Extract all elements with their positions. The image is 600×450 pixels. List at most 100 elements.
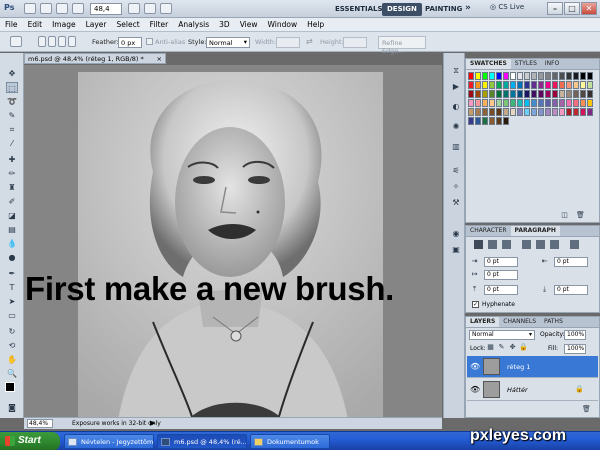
space-before-input[interactable]: 0 pt xyxy=(484,285,518,295)
swatch[interactable] xyxy=(475,90,481,98)
tab-character[interactable]: CHARACTER xyxy=(466,226,511,236)
swatch[interactable] xyxy=(503,99,509,107)
swatch[interactable] xyxy=(559,72,565,80)
align-left-icon[interactable] xyxy=(474,240,483,249)
indent-right-input[interactable]: 0 pt xyxy=(554,257,588,267)
swatch[interactable] xyxy=(510,99,516,107)
swatch[interactable] xyxy=(552,72,558,80)
actions-panel-icon[interactable]: ▶ xyxy=(450,81,462,92)
swatch[interactable] xyxy=(489,81,495,89)
swatch[interactable] xyxy=(587,72,593,80)
start-button[interactable]: Start xyxy=(0,432,60,450)
space-after-input[interactable]: 0 pt xyxy=(554,285,588,295)
swatch[interactable] xyxy=(496,81,502,89)
arrange-documents-icon[interactable] xyxy=(144,3,156,14)
swatch[interactable] xyxy=(538,72,544,80)
screen-mode-icon[interactable] xyxy=(160,3,172,14)
intersect-selection-icon[interactable] xyxy=(68,36,76,47)
swatch[interactable] xyxy=(573,108,579,116)
eye-icon[interactable]: 👁 xyxy=(470,385,480,394)
masks-panel-icon[interactable]: ▣ xyxy=(450,244,462,255)
foreground-color-swatch[interactable] xyxy=(5,382,15,392)
add-selection-icon[interactable] xyxy=(48,36,56,47)
menu-layer[interactable]: Layer xyxy=(81,18,112,32)
quick-select-tool-icon[interactable]: ✎ xyxy=(6,110,18,121)
hand-tool-icon[interactable]: ✋ xyxy=(6,354,18,365)
minimize-button[interactable]: – xyxy=(547,2,563,15)
canvas-area[interactable] xyxy=(24,65,442,420)
lock-image-icon[interactable]: ✎ xyxy=(497,343,506,352)
swatch[interactable] xyxy=(524,108,530,116)
swatch[interactable] xyxy=(559,108,565,116)
swatch[interactable] xyxy=(566,90,572,98)
swatch[interactable] xyxy=(559,90,565,98)
swatch[interactable] xyxy=(489,90,495,98)
hyphenate-checkbox[interactable]: ✓ xyxy=(472,301,479,308)
style-select[interactable]: Normal ▾ xyxy=(206,37,250,48)
swatch[interactable] xyxy=(475,72,481,80)
swatch[interactable] xyxy=(545,72,551,80)
swatch[interactable] xyxy=(566,99,572,107)
menu-window[interactable]: Window xyxy=(263,18,303,32)
swatch[interactable] xyxy=(538,99,544,107)
swatch[interactable] xyxy=(587,99,593,107)
lock-all-icon[interactable]: 🔒 xyxy=(519,343,528,352)
swatch[interactable] xyxy=(503,108,509,116)
swatch[interactable] xyxy=(468,108,474,116)
swatch[interactable] xyxy=(531,72,537,80)
swatch[interactable] xyxy=(503,117,509,125)
swatch[interactable] xyxy=(552,99,558,107)
swatch[interactable] xyxy=(545,99,551,107)
spot-heal-tool-icon[interactable]: ✚ xyxy=(6,154,18,165)
swatch[interactable] xyxy=(517,72,523,80)
path-select-tool-icon[interactable]: ➤ xyxy=(6,296,18,307)
swatch[interactable] xyxy=(538,90,544,98)
menu-analysis[interactable]: Analysis xyxy=(173,18,214,32)
justify-last-center-icon[interactable] xyxy=(536,240,545,249)
brush-presets-icon[interactable]: ⚟ xyxy=(450,165,462,176)
tab-info[interactable]: INFO xyxy=(541,59,563,69)
tool-presets-icon[interactable]: ⚒ xyxy=(450,197,462,208)
swatch[interactable] xyxy=(573,90,579,98)
swatch[interactable] xyxy=(510,81,516,89)
rect-marquee-tool-icon[interactable]: ⬚ xyxy=(6,82,18,93)
gradient-tool-icon[interactable]: ▤ xyxy=(6,224,18,235)
fill-input[interactable]: 100% xyxy=(564,344,586,354)
crop-tool-icon[interactable]: ⌗ xyxy=(6,124,18,135)
eraser-tool-icon[interactable]: ◪ xyxy=(6,210,18,221)
swatch[interactable] xyxy=(482,81,488,89)
menu-image[interactable]: Image xyxy=(47,18,81,32)
swatch[interactable] xyxy=(517,81,523,89)
tab-channels[interactable]: CHANNELS xyxy=(499,317,540,327)
swatch[interactable] xyxy=(566,81,572,89)
3d-rotate-tool-icon[interactable]: ↻ xyxy=(6,326,18,337)
delete-layer-icon[interactable]: 🗑 xyxy=(582,405,591,414)
swatch[interactable] xyxy=(580,99,586,107)
swatch[interactable] xyxy=(552,108,558,116)
swatch[interactable] xyxy=(496,90,502,98)
swatch[interactable] xyxy=(503,72,509,80)
new-selection-icon[interactable] xyxy=(38,36,46,47)
swatch[interactable] xyxy=(566,72,572,80)
lasso-tool-icon[interactable]: ➰ xyxy=(6,96,18,107)
delete-swatch-icon[interactable]: 🗑 xyxy=(576,211,585,220)
histogram-panel-icon[interactable]: ▥ xyxy=(450,141,462,152)
align-center-icon[interactable] xyxy=(488,240,497,249)
swatch[interactable] xyxy=(538,108,544,116)
swatch[interactable] xyxy=(580,90,586,98)
swatch[interactable] xyxy=(489,72,495,80)
swatch[interactable] xyxy=(475,99,481,107)
navigator-panel-icon[interactable]: ✺ xyxy=(450,121,462,132)
taskbar-item-documents[interactable]: Dokumentumok xyxy=(250,434,330,449)
tab-layers[interactable]: LAYERS xyxy=(466,317,500,327)
justify-last-left-icon[interactable] xyxy=(522,240,531,249)
swatch[interactable] xyxy=(573,99,579,107)
first-line-indent-input[interactable]: 0 pt xyxy=(484,270,518,280)
swatch[interactable] xyxy=(573,81,579,89)
swatch[interactable] xyxy=(496,117,502,125)
swatch[interactable] xyxy=(503,90,509,98)
blur-tool-icon[interactable]: 💧 xyxy=(6,238,18,249)
lock-transparent-icon[interactable]: ▦ xyxy=(486,343,495,352)
quick-mask-icon[interactable]: ◙ xyxy=(6,402,18,413)
clone-stamp-tool-icon[interactable]: ♜ xyxy=(6,182,18,193)
